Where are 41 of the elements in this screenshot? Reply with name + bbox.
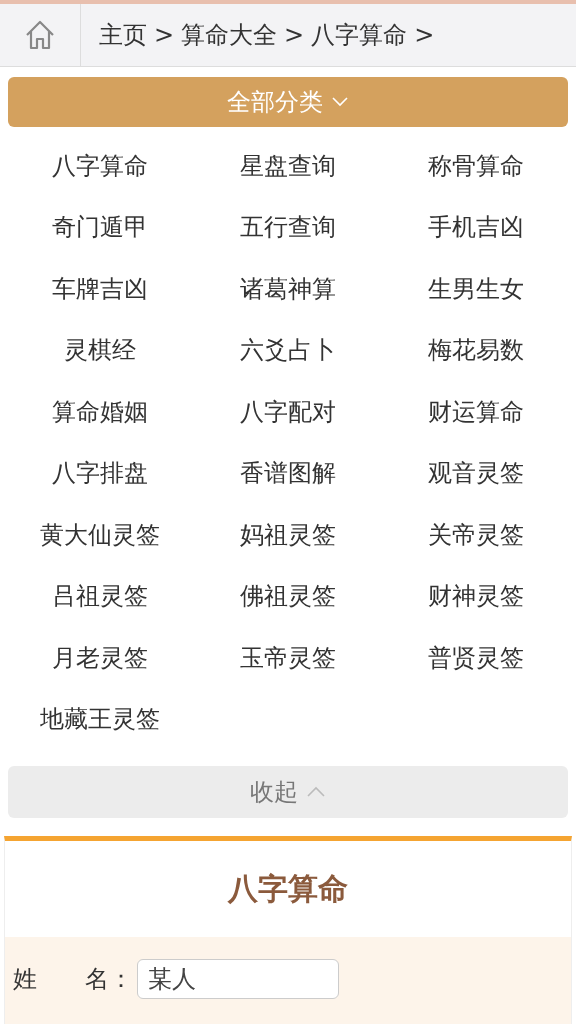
category-link[interactable]: 八字算命: [0, 135, 200, 197]
category-link[interactable]: 妈祖灵签: [200, 504, 376, 566]
field-label: 姓 名：: [13, 964, 133, 995]
category-link[interactable]: 黄大仙灵签: [0, 504, 200, 566]
category-link[interactable]: 关帝灵签: [376, 504, 576, 566]
category-link[interactable]: 玉帝灵签: [200, 627, 376, 689]
category-link[interactable]: 香谱图解: [200, 442, 376, 504]
category-link[interactable]: 五行查询: [200, 196, 376, 258]
category-link[interactable]: 八字配对: [200, 381, 376, 443]
breadcrumb-link[interactable]: 算命大全: [181, 19, 278, 51]
category-link[interactable]: 星盘查询: [200, 135, 376, 197]
chevron-icon: [331, 96, 349, 108]
category-link[interactable]: 财运算命: [376, 381, 576, 443]
category-link[interactable]: 算命婚姻: [0, 381, 200, 443]
category-link[interactable]: 奇门遁甲: [0, 196, 200, 258]
category-link[interactable]: 财神灵签: [376, 565, 576, 627]
category-link[interactable]: 车牌吉凶: [0, 258, 200, 320]
category-link[interactable]: 普贤灵签: [376, 627, 576, 689]
breadcrumb-link[interactable]: 主页: [99, 19, 147, 51]
breadcrumb-separator: >: [154, 21, 175, 49]
category-link[interactable]: 吕祖灵签: [0, 565, 200, 627]
collapse-button[interactable]: 收起: [8, 766, 568, 818]
category-link[interactable]: 诸葛神算: [200, 258, 376, 320]
category-link[interactable]: 八字排盘: [0, 442, 200, 504]
breadcrumb-separator: >: [414, 21, 435, 49]
category-link[interactable]: 六爻占卜: [200, 319, 376, 381]
category-link[interactable]: 手机吉凶: [376, 196, 576, 258]
category-link[interactable]: 灵棋经: [0, 319, 200, 381]
category-link[interactable]: 观音灵签: [376, 442, 576, 504]
category-link[interactable]: 佛祖灵签: [200, 565, 376, 627]
category-link[interactable]: 月老灵签: [0, 627, 200, 689]
category-link[interactable]: 生男生女: [376, 258, 576, 320]
breadcrumb-link[interactable]: 八字算命: [311, 19, 408, 51]
form-title: 八字算命: [226, 869, 349, 908]
category-link[interactable]: 梅花易数: [376, 319, 576, 381]
category-link[interactable]: 称骨算命: [376, 135, 576, 197]
home-icon[interactable]: [25, 19, 55, 51]
chevron-up-icon: [306, 786, 326, 798]
category-link[interactable]: 地藏王灵签: [0, 688, 200, 750]
name-input[interactable]: 某人: [137, 959, 339, 999]
breadcrumb-separator: >: [284, 21, 305, 49]
